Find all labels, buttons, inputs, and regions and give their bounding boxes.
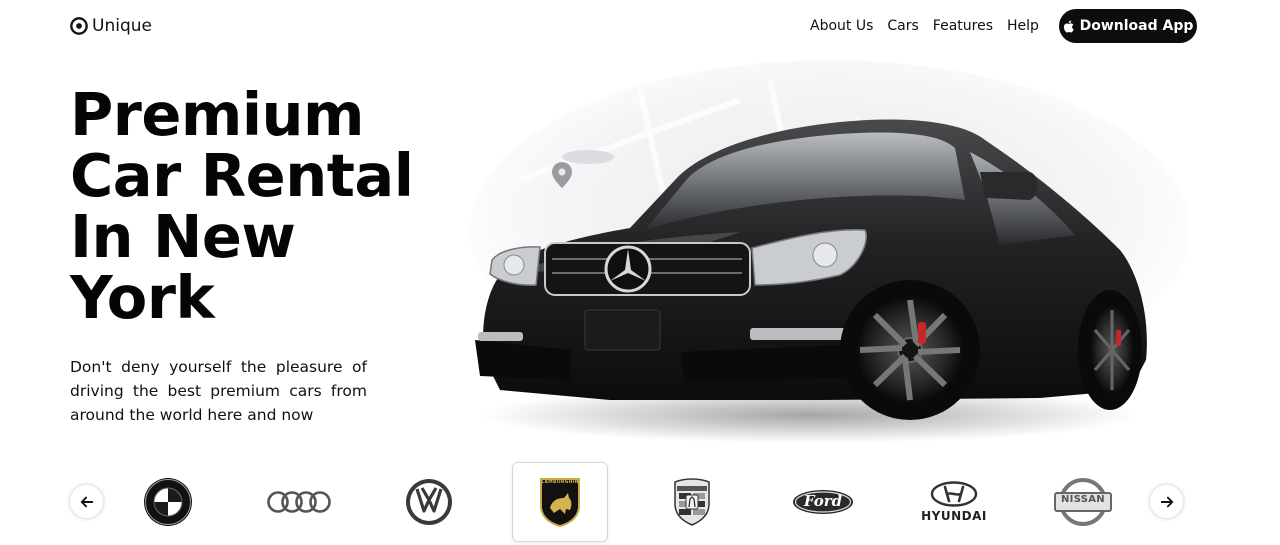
hero-title: Premium Car Rental In New York <box>70 84 430 328</box>
brand-nissan[interactable]: NISSAN <box>1035 462 1131 542</box>
car-illustration <box>470 60 1190 443</box>
audi-logo-icon <box>267 491 331 513</box>
hero-title-line: York <box>70 263 215 332</box>
porsche-logo-icon <box>674 478 710 526</box>
logo-text: Unique <box>92 16 152 36</box>
nav-features[interactable]: Features <box>933 18 993 34</box>
main-nav: About Us Cars Features Help <box>810 18 1039 34</box>
nav-about-us[interactable]: About Us <box>810 18 873 34</box>
lamborghini-wordmark: LAMBORGHINI <box>541 480 581 485</box>
arrow-right-icon <box>1160 496 1173 507</box>
brand-porsche[interactable] <box>644 462 740 542</box>
brand-lamborghini[interactable]: LAMBORGHINI <box>512 462 608 542</box>
brand-audi[interactable] <box>251 462 347 542</box>
logo-icon <box>70 17 88 35</box>
apple-icon <box>1063 19 1074 33</box>
hero-title-line: Premium <box>70 80 365 149</box>
nav-help[interactable]: Help <box>1007 18 1039 34</box>
hyundai-logo-icon <box>930 481 978 507</box>
brands-prev-button[interactable] <box>70 485 103 518</box>
brand-hyundai[interactable]: HYUNDAI <box>906 462 1002 542</box>
nav-cars[interactable]: Cars <box>887 18 918 34</box>
nissan-wordmark: NISSAN <box>1061 494 1105 505</box>
hero-description: Don't deny yourself the pleasure of driv… <box>70 358 367 424</box>
download-app-button[interactable]: Download App <box>1059 9 1197 43</box>
brand-bmw[interactable] <box>120 462 216 542</box>
hero-title-line: Car Rental <box>70 141 414 210</box>
bmw-logo-icon <box>144 478 192 526</box>
brand-ford[interactable]: Ford <box>775 462 871 542</box>
brand-volkswagen[interactable] <box>381 462 477 542</box>
logo[interactable]: Unique <box>70 16 152 36</box>
hyundai-wordmark: HYUNDAI <box>921 509 987 523</box>
hero-title-line: In New <box>70 202 296 271</box>
arrow-left-icon <box>80 496 93 507</box>
hero-car-image <box>440 60 1200 460</box>
brands-next-button[interactable] <box>1150 485 1183 518</box>
download-app-label: Download App <box>1079 18 1194 34</box>
volkswagen-logo-icon <box>406 479 452 525</box>
ford-wordmark: Ford <box>803 492 843 510</box>
